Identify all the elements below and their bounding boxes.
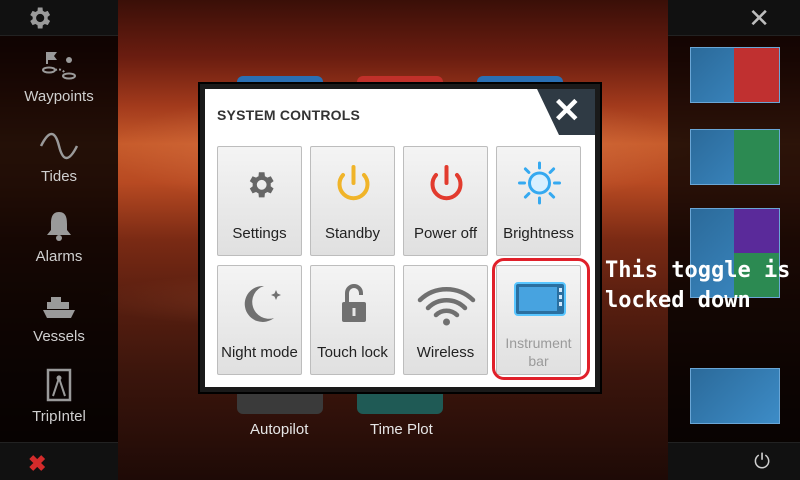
dialog-close-button[interactable]: ✕ xyxy=(537,89,595,135)
bg-app-label-autopilot[interactable]: Autopilot xyxy=(250,421,308,438)
tripintel-icon xyxy=(46,368,72,402)
power-off-button[interactable]: Power off xyxy=(403,146,488,256)
tile-half xyxy=(734,130,779,184)
left-top-bar xyxy=(0,0,118,36)
wifi-icon xyxy=(417,286,476,326)
settings-label: Settings xyxy=(232,225,287,242)
lock-icon xyxy=(342,284,366,322)
sidebar-item-waypoints[interactable]: Waypoints xyxy=(0,44,118,124)
locked-toggle-highlight xyxy=(492,258,590,380)
bg-app-tile-autopilot xyxy=(237,392,323,414)
tile-half xyxy=(734,209,779,253)
app-tile[interactable] xyxy=(690,368,780,424)
close-icon[interactable]: ✕ xyxy=(748,3,770,34)
app-tile[interactable] xyxy=(690,47,780,103)
brightness-button[interactable]: Brightness xyxy=(496,146,581,256)
night-mode-button[interactable]: Night mode xyxy=(217,265,302,375)
waypoints-icon xyxy=(42,52,76,80)
dialog-title: SYSTEM CONTROLS xyxy=(217,107,361,123)
left-sidebar: Waypoints Tides Alarms Vessels TripIntel… xyxy=(0,0,118,480)
standby-label: Standby xyxy=(324,225,381,242)
sidebar-item-vessels[interactable]: Vessels xyxy=(0,284,118,364)
sidebar-item-tripintel[interactable]: TripIntel xyxy=(0,364,118,444)
annotation-line2: locked down xyxy=(605,288,751,313)
right-bottom-bar: ⏻ xyxy=(668,442,800,480)
right-top-bar: ✕ xyxy=(668,0,800,36)
settings-button[interactable]: Settings xyxy=(217,146,302,256)
tile-half xyxy=(734,48,779,102)
brightness-label: Brightness xyxy=(503,225,574,242)
bell-icon xyxy=(47,212,71,241)
gear-icon[interactable] xyxy=(24,4,54,32)
sidebar-item-label: Vessels xyxy=(33,328,85,345)
sidebar-item-label: Tides xyxy=(40,168,78,185)
touch-lock-label: Touch lock xyxy=(317,344,388,361)
sidebar-item-label: TripIntel xyxy=(32,408,86,425)
standby-icon xyxy=(337,165,370,201)
sidebar-item-tides[interactable]: Tides xyxy=(0,124,118,204)
moon-icon xyxy=(244,285,281,322)
power-icon xyxy=(430,165,463,201)
gear-icon xyxy=(249,172,274,198)
sidebar-item-label: Alarms xyxy=(35,248,83,265)
night-mode-label: Night mode xyxy=(221,344,298,361)
app-tile[interactable] xyxy=(690,129,780,185)
annotation-text: This toggle is locked down xyxy=(605,256,795,316)
left-bottom-bar: ✖ xyxy=(0,442,118,480)
bg-app-label-timeplot[interactable]: Time Plot xyxy=(370,421,433,438)
power-icon[interactable]: ⏻ xyxy=(754,451,770,474)
sidebar-item-alarms[interactable]: Alarms xyxy=(0,204,118,284)
standby-button[interactable]: Standby xyxy=(310,146,395,256)
wireless-button[interactable]: Wireless xyxy=(403,265,488,375)
touch-lock-button[interactable]: Touch lock xyxy=(310,265,395,375)
ship-icon xyxy=(43,297,75,318)
annotation-line1: This toggle is xyxy=(605,258,791,283)
close-app-icon[interactable]: ✖ xyxy=(28,451,46,477)
tides-icon xyxy=(39,132,79,160)
brightness-icon xyxy=(518,161,561,205)
power-off-label: Power off xyxy=(413,225,478,242)
close-icon: ✕ xyxy=(552,92,582,130)
wireless-label: Wireless xyxy=(416,344,475,361)
sidebar-item-label: Waypoints xyxy=(24,88,94,105)
bg-app-tile-timeplot xyxy=(357,392,443,414)
